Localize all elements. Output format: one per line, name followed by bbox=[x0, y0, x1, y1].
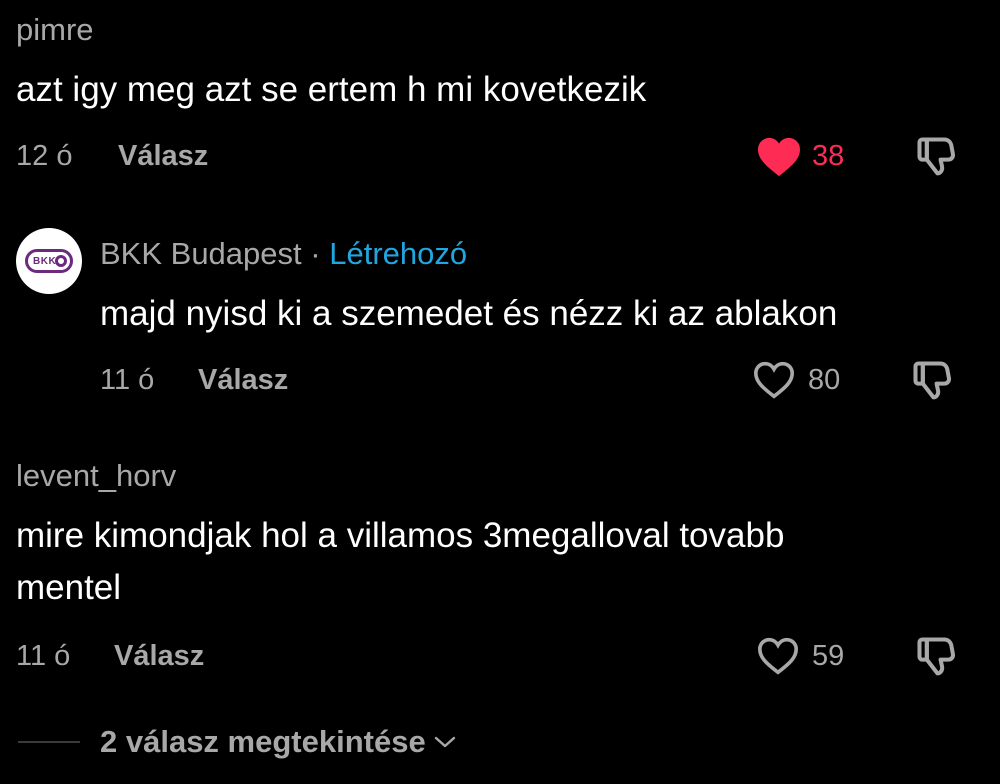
chevron-down-icon bbox=[434, 735, 456, 749]
comment-text: majd nyisd ki a szemedet és nézz ki az a… bbox=[100, 294, 838, 333]
dislike-icon bbox=[910, 358, 954, 402]
dislike-icon bbox=[914, 634, 958, 678]
comment-timestamp: 11 ó bbox=[16, 640, 71, 672]
heart-outline-icon bbox=[756, 636, 800, 676]
reply-button[interactable]: Válasz bbox=[114, 642, 204, 671]
view-replies-button[interactable]: 2 válasz megtekintése bbox=[100, 724, 456, 760]
dislike-button[interactable] bbox=[914, 134, 958, 178]
comment-username[interactable]: BKK Budapest bbox=[100, 236, 302, 271]
comment-username[interactable]: levent_horv bbox=[16, 460, 176, 491]
reply-button[interactable]: Válasz bbox=[198, 366, 288, 395]
comment-username[interactable]: pimre bbox=[16, 14, 94, 45]
replies-divider bbox=[18, 741, 80, 743]
dislike-button[interactable] bbox=[910, 358, 954, 402]
comment-timestamp: 12 ó bbox=[16, 140, 73, 172]
like-count: 80 bbox=[808, 364, 841, 396]
dislike-icon bbox=[914, 134, 958, 178]
comment-timestamp: 11 ó bbox=[100, 364, 155, 396]
like-count: 59 bbox=[812, 640, 845, 672]
separator-dot: · bbox=[310, 236, 321, 271]
heart-filled-icon bbox=[756, 136, 802, 178]
comment-header: BKK Budapest · Létrehozó bbox=[100, 238, 467, 269]
like-button[interactable] bbox=[756, 136, 802, 178]
view-replies-label: 2 válasz megtekintése bbox=[100, 724, 426, 759]
avatar-logo-text: BKK bbox=[33, 255, 57, 267]
comment-text-line-2: mentel bbox=[16, 568, 122, 607]
comment-text-line-1: mire kimondjak hol a villamos 3megallova… bbox=[16, 516, 785, 555]
like-count: 38 bbox=[812, 140, 845, 172]
creator-badge: Létrehozó bbox=[329, 236, 468, 271]
like-button[interactable] bbox=[756, 636, 800, 676]
reply-button[interactable]: Válasz bbox=[118, 142, 208, 171]
heart-outline-icon bbox=[752, 360, 796, 400]
bkk-logo-icon: BKK bbox=[25, 249, 73, 273]
avatar[interactable]: BKK bbox=[16, 228, 82, 294]
dislike-button[interactable] bbox=[914, 634, 958, 678]
like-button[interactable] bbox=[752, 360, 796, 400]
comment-text: azt igy meg azt se ertem h mi kovetkezik bbox=[16, 70, 647, 109]
